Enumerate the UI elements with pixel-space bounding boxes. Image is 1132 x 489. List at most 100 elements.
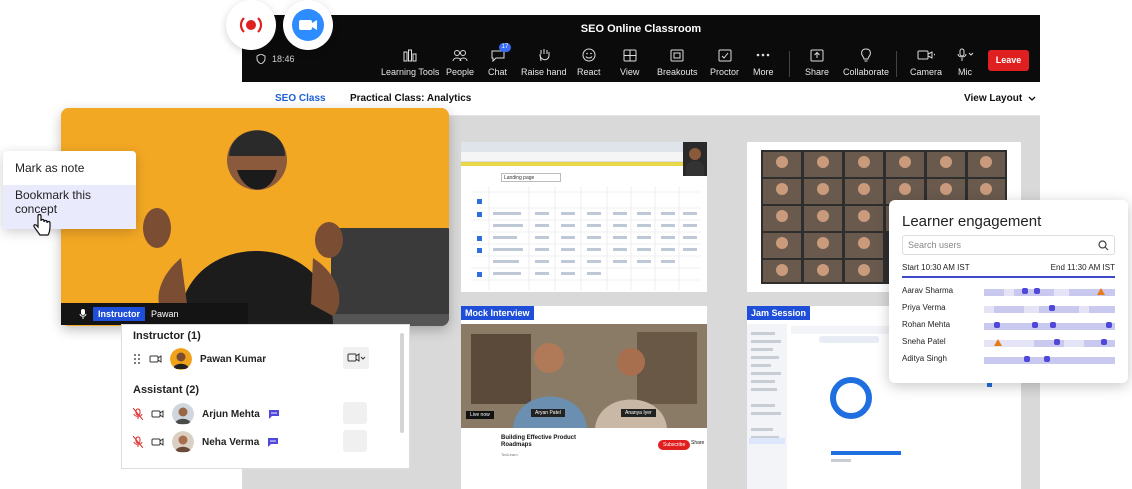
zoom-button[interactable] [283,0,333,50]
people-icon [451,47,469,63]
tab-practical-class[interactable]: Practical Class: Analytics [350,93,471,104]
engagement-bar [984,305,1115,313]
avatar [172,403,194,425]
stage: SEO Online Classroom 18:46 Learning Tool… [0,0,1132,489]
view-label: View [620,67,640,77]
proctor-label: Proctor [710,67,740,77]
browser-tabs [461,142,707,152]
engagement-bar [984,322,1115,330]
bookmark-concept-item[interactable]: Bookmark this concept [15,188,115,216]
chevron-down-icon [1028,96,1036,101]
sheet-label: Landing page [501,173,561,182]
learner-row[interactable]: Aditya Singh [902,354,1115,368]
speaker1-label: Aryan Patel [531,409,565,417]
camera-icon [917,47,935,63]
learner-name: Aditya Singh [902,354,947,363]
mic-off-icon [133,408,143,420]
subscribe-button[interactable]: Subscribe [658,440,691,450]
view-layout-dropdown[interactable]: View Layout [964,93,1036,104]
collaborate-label: Collaborate [843,67,890,77]
more-label: More [753,67,774,77]
camera-label: Camera [910,67,943,77]
people-button[interactable]: People [446,47,474,77]
analytics-sheet-panel[interactable]: Landing page [461,142,707,292]
timeline-line [902,276,1115,278]
more-icon [754,47,772,63]
context-menu: Mark as note Bookmark this concept [3,151,136,229]
engagement-title: Learner engagement [902,213,1042,230]
learner-name: Priya Verma [902,303,946,312]
learner-row[interactable]: Priya Verma [902,303,1115,317]
chat-icon [268,437,279,447]
camera-dropdown-button[interactable] [343,347,369,369]
avatar [170,348,192,370]
engagement-end: End 11:30 AM IST [1050,263,1115,272]
mock-interview-panel[interactable]: Live now Aryan Patel Ananya Iyer Buildin… [461,306,707,489]
toolbar-divider [896,51,897,77]
collaborate-button[interactable]: Collaborate [843,47,889,77]
chat-badge: 17 [498,43,512,52]
share-button[interactable]: Share [805,47,829,77]
mic-icon [79,309,87,319]
search-icon [1098,240,1109,251]
react-label: React [577,67,601,77]
collaborate-icon [857,47,875,63]
raise-hand-button[interactable]: Raise hand [521,47,567,77]
proctor-button[interactable]: Proctor [710,47,739,77]
analytics-sidebar [747,324,787,489]
zoom-icon [292,9,324,41]
react-icon [580,47,598,63]
mic-label: Mic [958,67,972,77]
instructor-name-strip: Instructor Pawan [61,303,248,325]
instructor-role-badge: Instructor [93,307,146,321]
learner-row[interactable]: Rohan Mehta [902,320,1115,334]
learner-name: Sneha Patel [902,337,946,346]
share-link[interactable]: Share [691,440,704,446]
chat-button[interactable]: 17 Chat [488,43,512,77]
tab-seo-class[interactable]: SEO Class [275,93,326,104]
assistant-action-box[interactable] [343,430,367,452]
participants-scrollbar[interactable] [400,333,404,433]
leave-button[interactable]: Leave [988,50,1029,71]
assistant-action-box[interactable] [343,402,367,424]
recording-icon [239,17,263,33]
drag-handle-icon [134,354,140,364]
window-title: SEO Online Classroom [242,15,1040,41]
camera-button[interactable]: Camera [910,47,942,77]
raise-hand-label: Raise hand [521,67,567,77]
more-button[interactable]: More [753,47,774,77]
search-input[interactable]: Search users [902,235,1115,255]
mic-icon [956,47,974,63]
instructor-strip-name: Pawan [151,309,179,319]
learning-tools-icon [401,47,419,63]
learner-name: Rohan Mehta [902,320,951,329]
live-now-badge: Live now [466,411,494,419]
learner-name: Aarav Sharma [902,286,954,295]
share-label: Share [805,67,830,77]
mic-button[interactable]: Mic [956,47,974,77]
raise-hand-icon [535,47,553,63]
camera-icon [151,438,164,446]
learner-row[interactable]: Aarav Sharma [902,286,1115,300]
engagement-bar [984,356,1115,364]
interview-video: Live now Aryan Patel Ananya Iyer [461,324,707,428]
participant-name: Neha Verma [202,436,260,448]
learner-row[interactable]: Sneha Patel [902,337,1115,351]
camera-icon [149,355,162,363]
engagement-bar [984,339,1115,347]
participant-name: Arjun Mehta [202,408,260,420]
recording-button[interactable] [226,0,276,50]
highlight-strip [461,162,707,166]
breakouts-button[interactable]: Breakouts [657,47,698,77]
learning-tools-button[interactable]: Learning Tools [381,47,439,77]
people-label: People [446,67,475,77]
view-button[interactable]: View [620,47,639,77]
learning-tools-label: Learning Tools [381,67,440,77]
react-button[interactable]: React [577,47,601,77]
chat-icon: 17 [489,43,512,63]
warning-icon [994,339,1002,346]
mark-as-note-item[interactable]: Mark as note [15,161,84,175]
camera-icon [151,410,164,418]
chat-label: Chat [488,67,508,77]
address-bar [461,152,707,162]
